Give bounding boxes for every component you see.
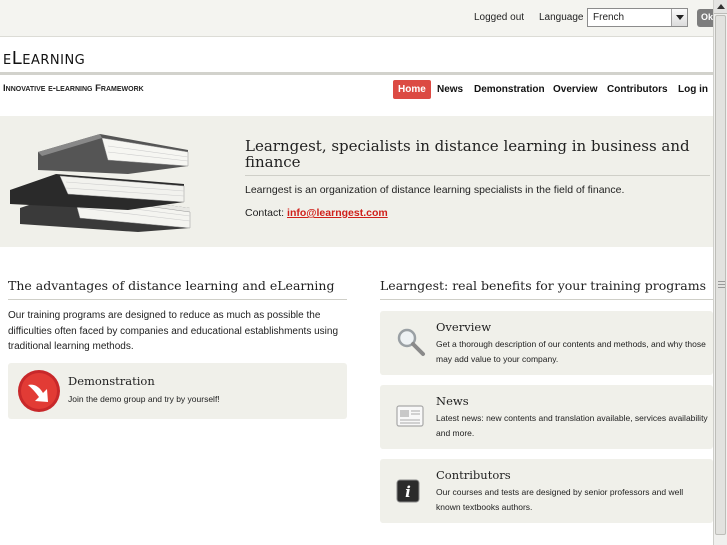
nav-item-overview[interactable]: Overview [553, 80, 597, 99]
divider [380, 299, 713, 300]
news-description: Latest news: new contents and translatio… [436, 413, 708, 438]
nav-item-home[interactable]: Home [393, 80, 431, 99]
logged-out-status: Logged out [474, 12, 525, 23]
top-bar: Logged out Language French Ok [0, 0, 727, 37]
contact-line: Contact: info@learngest.com [245, 207, 388, 219]
vertical-scrollbar[interactable] [713, 0, 727, 545]
nav-item-login[interactable]: Log in [678, 80, 708, 99]
contributors-title[interactable]: Contributors [436, 468, 511, 482]
site-title[interactable]: eLearning [3, 48, 85, 69]
demonstration-title[interactable]: Demonstration [68, 374, 155, 388]
hero-text: Learngest is an organization of distance… [245, 184, 625, 196]
svg-text:i: i [405, 483, 411, 501]
demonstration-description: Join the demo group and try by yourself! [68, 394, 220, 404]
news-title[interactable]: News [436, 394, 469, 408]
divider [0, 72, 713, 75]
magnifier-icon [397, 328, 425, 356]
nav-item-contributors[interactable]: Contributors [607, 80, 668, 99]
chevron-down-icon[interactable] [671, 9, 687, 26]
newspaper-icon [396, 405, 424, 427]
overview-description: Get a thorough description of our conten… [436, 339, 706, 364]
grip-icon [718, 281, 725, 290]
info-icon: i [396, 479, 420, 503]
language-label: Language [539, 12, 584, 23]
red-arrow-icon[interactable] [17, 369, 61, 413]
scroll-up-arrow-icon[interactable] [714, 0, 727, 14]
right-section-heading: Learngest: real benefits for your traini… [380, 278, 707, 293]
contributors-card[interactable]: i Contributors Our courses and tests are… [380, 459, 713, 523]
hero-section: Learngest, specialists in distance learn… [0, 116, 713, 247]
nav-item-demonstration[interactable]: Demonstration [474, 80, 545, 99]
divider [8, 299, 347, 300]
hero-title: Learngest, specialists in distance learn… [245, 137, 690, 171]
left-section-heading: The advantages of distance learning and … [8, 278, 335, 293]
contact-email-link[interactable]: info@learngest.com [287, 207, 388, 219]
books-image [10, 134, 191, 232]
left-section-text: Our training programs are designed to re… [8, 310, 339, 352]
demonstration-card[interactable]: Demonstration Join the demo group and tr… [8, 363, 347, 419]
language-select-value: French [593, 12, 625, 23]
scroll-thumb[interactable] [715, 15, 726, 535]
overview-card[interactable]: Overview Get a thorough description of o… [380, 311, 713, 375]
contact-label: Contact: [245, 207, 285, 219]
news-card[interactable]: News Latest news: new contents and trans… [380, 385, 713, 449]
tagline: Innovative e-learning Framework [3, 83, 144, 94]
language-select[interactable]: French [587, 8, 688, 27]
nav-item-news[interactable]: News [437, 80, 463, 99]
contributors-description: Our courses and tests are designed by se… [436, 487, 684, 512]
overview-title[interactable]: Overview [436, 320, 491, 334]
divider [245, 175, 710, 176]
